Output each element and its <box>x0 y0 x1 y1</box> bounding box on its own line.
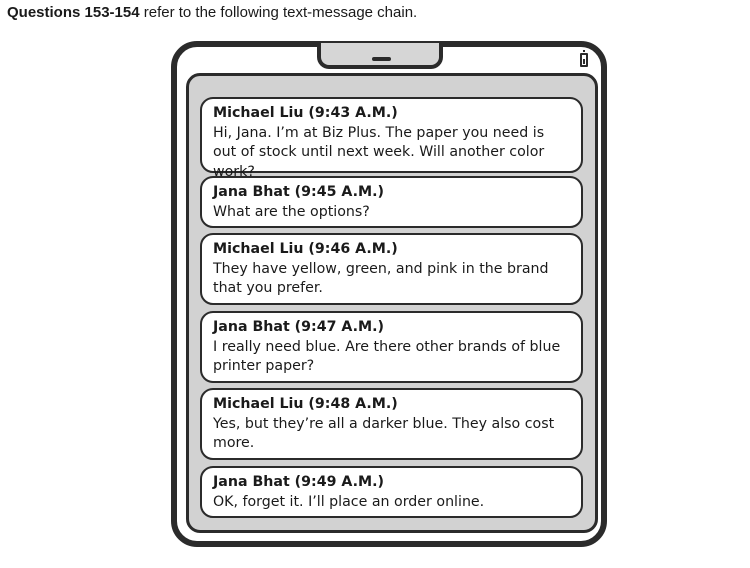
message-bubble: Michael Liu (9:48 A.M.) Yes, but they’re… <box>200 388 583 460</box>
battery-icon <box>580 50 588 67</box>
message-text: They have yellow, green, and pink in the… <box>213 260 549 297</box>
message-sender: Michael Liu (9:46 A.M.) <box>213 241 398 257</box>
message-sender: Michael Liu (9:43 A.M.) <box>213 105 398 121</box>
message-bubble: Jana Bhat (9:49 A.M.) OK, forget it. I’l… <box>200 466 583 518</box>
question-numbers: Questions 153-154 <box>7 4 140 21</box>
message-sender: Jana Bhat (9:49 A.M.) <box>213 474 385 490</box>
message-bubble: Jana Bhat (9:45 A.M.) What are the optio… <box>200 176 583 228</box>
message-text: What are the options? <box>213 203 370 220</box>
message-bubble: Michael Liu (9:43 A.M.) Hi, Jana. I’m at… <box>200 97 583 180</box>
message-text: I really need blue. Are there other bran… <box>213 338 561 375</box>
message-sender: Jana Bhat (9:45 A.M.) <box>213 184 385 200</box>
phone-notch <box>317 43 443 69</box>
message-text: Yes, but they’re all a darker blue. They… <box>213 415 555 452</box>
message-bubble: Michael Liu (9:46 A.M.) They have yellow… <box>200 233 583 305</box>
message-sender: Michael Liu (9:48 A.M.) <box>213 396 398 412</box>
speaker-icon <box>372 57 391 61</box>
message-sender: Jana Bhat (9:47 A.M.) <box>213 319 385 335</box>
message-text: OK, forget it. I’ll place an order onlin… <box>213 493 485 510</box>
intro-text: refer to the following text-message chai… <box>139 4 418 21</box>
message-text: Hi, Jana. I’m at Biz Plus. The paper you… <box>213 124 545 180</box>
question-intro: Questions 153-154 refer to the following… <box>7 4 417 22</box>
message-bubble: Jana Bhat (9:47 A.M.) I really need blue… <box>200 311 583 383</box>
